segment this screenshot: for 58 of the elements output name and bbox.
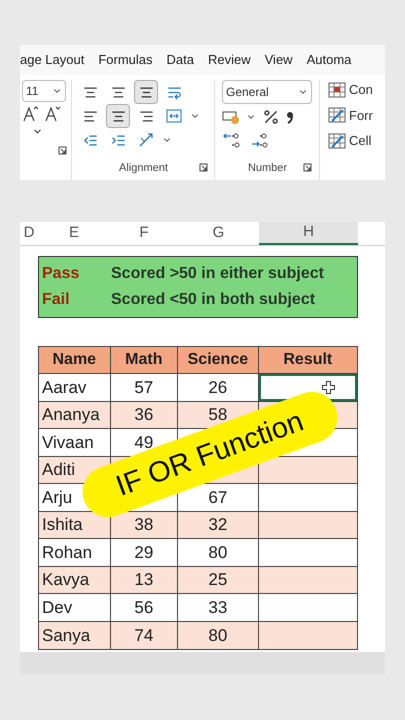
styles-command[interactable]: Cell	[349, 131, 372, 150]
ribbon-tab[interactable]: age Layout	[20, 50, 84, 70]
table-cell: 56	[110, 594, 178, 620]
font-size-dropdown[interactable]: 11	[22, 80, 66, 102]
number-format-dropdown[interactable]: General	[222, 80, 312, 104]
cell-cursor-icon	[322, 380, 335, 394]
percent-icon[interactable]	[262, 108, 280, 126]
ribbon-tab[interactable]: View	[264, 50, 293, 70]
table-cell: Dev	[39, 594, 111, 620]
table-cell: Rohan	[39, 539, 111, 566]
table-cell: 29	[110, 539, 178, 566]
styles-command[interactable]: Con	[349, 80, 373, 100]
align-bottom-icon[interactable]	[134, 80, 158, 104]
table-cell: 36	[110, 402, 178, 428]
status-label: Pass	[41, 264, 80, 284]
table-cell: Vivaan	[39, 429, 111, 456]
dialog-launcher-icon[interactable]	[58, 146, 67, 155]
column-header[interactable]: F	[110, 222, 178, 245]
column-header[interactable]: D	[20, 222, 38, 245]
column-header[interactable]: G	[178, 222, 259, 245]
cell-style-icon[interactable]	[328, 132, 346, 149]
table-cell: Ananya	[39, 402, 111, 428]
table-cell: 80	[178, 622, 259, 649]
group-label: Alignment	[119, 160, 168, 176]
ribbon-tab[interactable]: Automa	[306, 50, 352, 70]
table-cell: Aarav	[39, 374, 111, 400]
styles-command[interactable]: Forr	[349, 106, 373, 125]
currency-format-icon[interactable]	[222, 109, 240, 125]
comma-style-icon[interactable]	[286, 110, 294, 124]
table-format-icon[interactable]	[328, 107, 346, 124]
table-cell: Kavya	[39, 566, 111, 593]
status-description: Scored <50 in both subject	[111, 290, 316, 310]
column-header[interactable]: H	[259, 222, 358, 245]
table-cell: 25	[178, 566, 259, 593]
table-cell: 57	[110, 374, 178, 400]
ribbon-tab[interactable]: Formulas	[98, 50, 153, 70]
table-header-cell-text: Result	[282, 350, 334, 370]
align-center-icon[interactable]	[106, 104, 130, 128]
conditional-format-icon[interactable]	[328, 82, 346, 98]
table-cell: 33	[178, 594, 259, 620]
dialog-launcher-icon[interactable]	[198, 163, 208, 172]
table-cell: 74	[110, 622, 178, 649]
table-cell: 13	[110, 566, 178, 593]
group-label: Number	[248, 160, 288, 176]
table-cell: Sanya	[39, 622, 111, 649]
table-cell: 32	[178, 512, 259, 538]
dialog-launcher-icon[interactable]	[303, 163, 312, 172]
table-cell: 80	[178, 539, 259, 566]
ribbon-tab[interactable]: Review	[208, 50, 251, 70]
table-header-cell: Name	[39, 347, 111, 373]
status-description: Scored >50 in either subject	[111, 264, 324, 284]
grow-font-icon[interactable]	[22, 105, 38, 123]
ribbon-tab[interactable]: Data	[166, 50, 194, 70]
table-header-cell: Science	[178, 347, 259, 373]
status-label: Fail	[41, 290, 71, 310]
shrink-font-icon[interactable]	[44, 105, 60, 123]
column-header[interactable]: E	[38, 222, 110, 245]
table-header-cell: Math	[110, 347, 178, 373]
